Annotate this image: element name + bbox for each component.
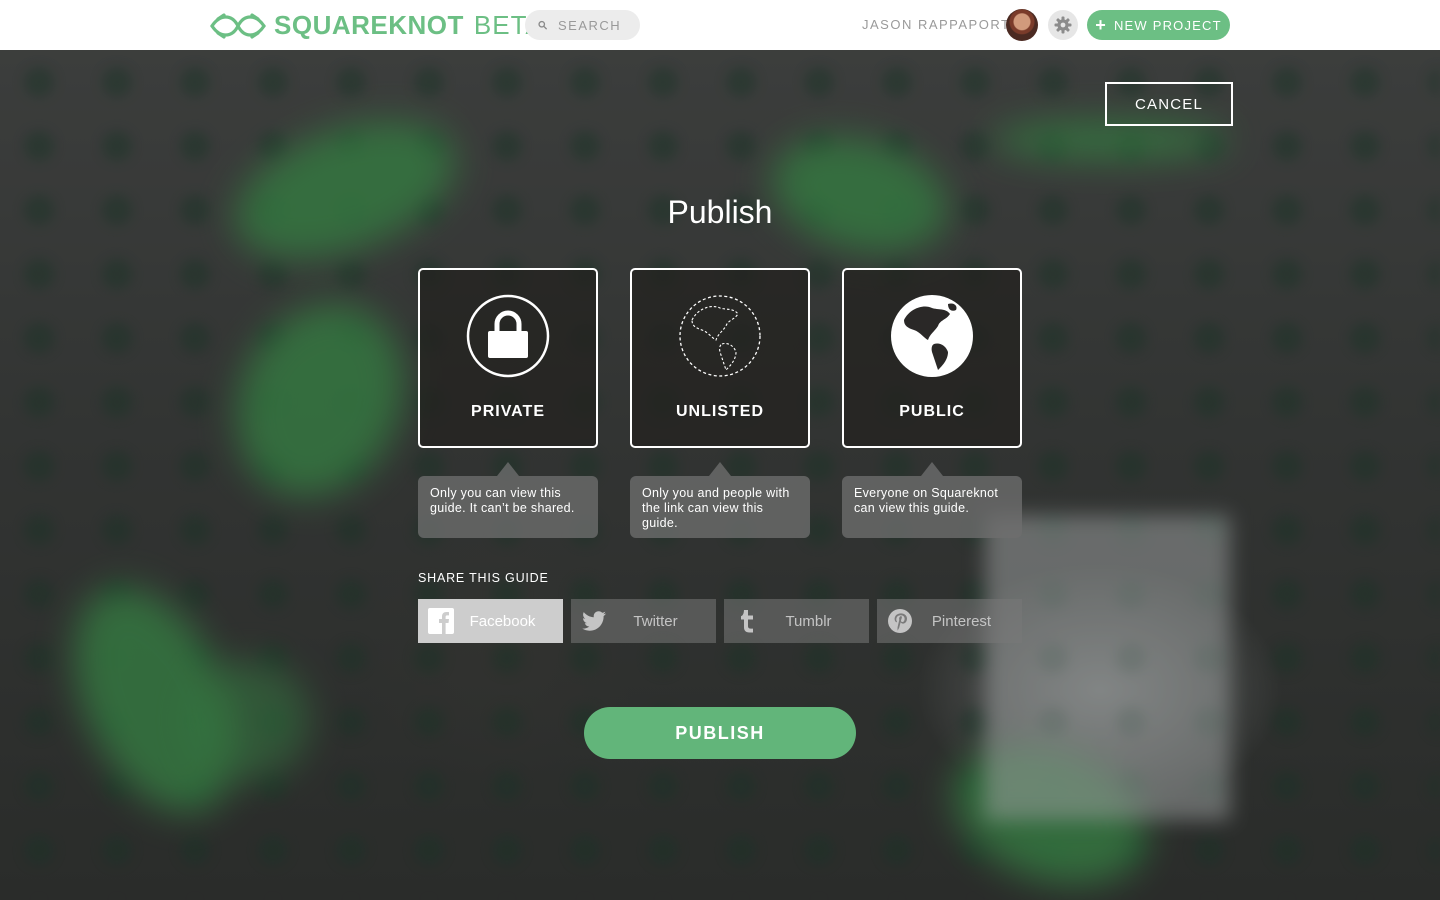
avatar[interactable] (1006, 9, 1038, 41)
share-tumblr-button[interactable]: Tumblr (724, 599, 869, 643)
user-name[interactable]: JASON RAPPAPORT (862, 17, 1010, 32)
share-heading: SHARE THIS GUIDE (418, 571, 549, 585)
share-label: Twitter (633, 613, 678, 630)
option-description-private: Only you can view this guide. It can’t b… (418, 462, 598, 538)
new-project-label: NEW PROJECT (1113, 17, 1222, 33)
option-label: PRIVATE (471, 403, 545, 420)
dialog-title: Publish (667, 194, 773, 230)
share-label: Pinterest (931, 613, 992, 630)
search-box[interactable] (525, 10, 640, 40)
settings-button[interactable] (1048, 10, 1078, 40)
top-bar: SQUAREKNOT BETA JASON RAPPAPORT + NEW PR… (0, 0, 1440, 50)
option-description-unlisted: Only you and people with the link can vi… (630, 462, 810, 538)
share-label: Facebook (469, 613, 536, 630)
logo[interactable]: SQUAREKNOT BETA (210, 10, 544, 41)
share-twitter-button[interactable]: Twitter (571, 599, 716, 643)
publish-button[interactable]: PUBLISH (584, 707, 856, 759)
option-public[interactable]: PUBLIC (842, 268, 1022, 448)
new-project-button[interactable]: + NEW PROJECT (1087, 10, 1230, 40)
option-label: PUBLIC (899, 403, 965, 420)
knot-logo-icon (210, 12, 266, 39)
dashed-globe-icon (679, 295, 761, 377)
logo-text: SQUAREKNOT (274, 10, 464, 40)
gear-icon (1054, 16, 1072, 34)
plus-icon: + (1095, 15, 1107, 35)
option-unlisted[interactable]: UNLISTED (630, 268, 810, 448)
share-facebook-button[interactable]: Facebook (418, 599, 563, 643)
search-icon (538, 20, 547, 30)
share-label: Tumblr (785, 613, 832, 630)
cancel-button[interactable]: CANCEL (1105, 82, 1233, 126)
search-input[interactable] (556, 16, 640, 34)
share-pinterest-button[interactable]: Pinterest (877, 599, 1022, 643)
option-label: UNLISTED (676, 403, 764, 420)
globe-icon (891, 295, 973, 377)
option-description-public: Everyone on Squareknot can view this gui… (842, 462, 1022, 538)
lock-icon (466, 294, 550, 378)
option-private[interactable]: PRIVATE (418, 268, 598, 448)
